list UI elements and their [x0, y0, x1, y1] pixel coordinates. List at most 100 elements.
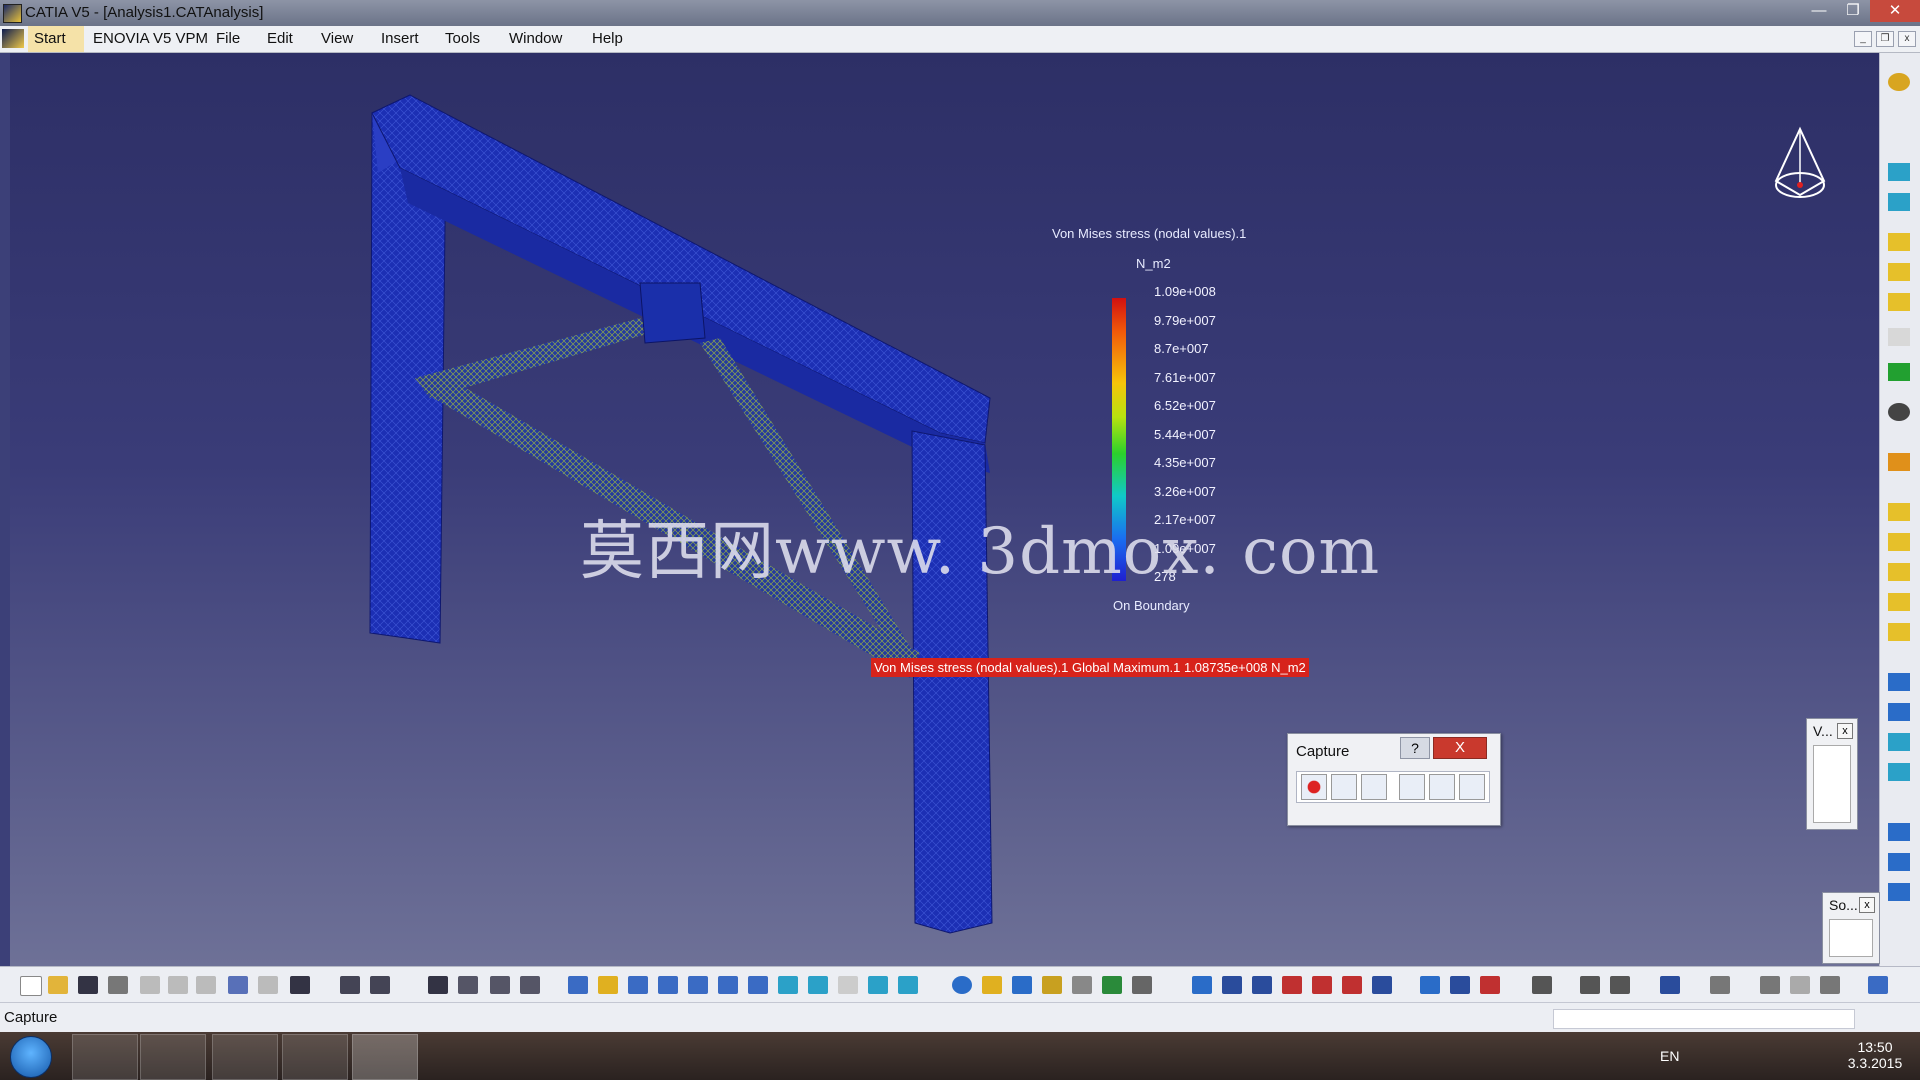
maximize-button[interactable]: ❐ [1836, 0, 1870, 22]
search-icon[interactable] [1660, 976, 1680, 994]
fly-icon[interactable] [568, 976, 588, 994]
language-indicator[interactable]: EN [1660, 1048, 1679, 1064]
image-view-icon[interactable] [898, 976, 918, 994]
tree-icon[interactable] [458, 976, 478, 994]
fit-all-icon[interactable] [598, 976, 618, 994]
capture-album-icon[interactable] [1399, 774, 1425, 800]
so-panel[interactable]: So... x [1822, 892, 1880, 964]
capture-dialog[interactable]: Capture ? X [1287, 733, 1501, 826]
zoom-out-icon[interactable] [718, 976, 738, 994]
windows-start-button[interactable] [10, 1036, 52, 1078]
views-icon[interactable] [778, 976, 798, 994]
global-maximum-label[interactable]: Von Mises stress (nodal values).1 Global… [871, 658, 1309, 677]
autocad-icon[interactable] [282, 1034, 348, 1080]
catia-taskbar-icon[interactable] [352, 1034, 418, 1080]
plot-icon[interactable] [1760, 976, 1780, 994]
deformation-icon[interactable] [982, 976, 1002, 994]
load-icon-2[interactable] [1888, 533, 1910, 551]
knowledge-icon[interactable] [370, 976, 390, 994]
redo-icon[interactable] [258, 976, 278, 994]
menu-start[interactable]: Start [34, 30, 66, 47]
measure-icon[interactable] [1532, 976, 1552, 994]
simplified-layout-icon[interactable] [1342, 976, 1362, 994]
undo-icon[interactable] [228, 976, 248, 994]
select-icon[interactable] [1888, 453, 1910, 471]
menu-view[interactable]: View [321, 30, 353, 47]
doc-restore-button[interactable]: ❐ [1876, 31, 1894, 47]
menu-edit[interactable]: Edit [267, 30, 293, 47]
calculator-icon[interactable] [1710, 976, 1730, 994]
mesh-part-icon[interactable] [1888, 233, 1910, 251]
capture-options-icon[interactable] [1361, 774, 1387, 800]
export-icon[interactable] [1480, 976, 1500, 994]
history-icon[interactable] [1450, 976, 1470, 994]
paste-icon[interactable] [196, 976, 216, 994]
zoom-in-icon[interactable] [688, 976, 708, 994]
analysis-icon[interactable] [520, 976, 540, 994]
formula-icon[interactable] [340, 976, 360, 994]
internet-explorer-icon[interactable] [72, 1034, 138, 1080]
precision-icon[interactable] [1072, 976, 1092, 994]
load-icon-5[interactable] [1888, 623, 1910, 641]
new-icon[interactable] [20, 976, 42, 996]
compass-icon[interactable] [1768, 123, 1832, 207]
command-input[interactable] [1553, 1009, 1855, 1029]
whats-this-icon[interactable] [290, 976, 310, 994]
report-icon[interactable] [1420, 976, 1440, 994]
v-panel-close-button[interactable]: x [1837, 723, 1853, 739]
dimension-icon[interactable] [1580, 976, 1600, 994]
record-icon[interactable] [1301, 774, 1327, 800]
viewport-left-scrollbar[interactable] [0, 53, 10, 966]
principal-stress-icon[interactable] [1102, 976, 1122, 994]
cut-plane-icon[interactable] [1192, 976, 1212, 994]
connection-icon-2[interactable] [1888, 853, 1910, 871]
info-icon[interactable] [1282, 976, 1302, 994]
image-icon[interactable] [1429, 774, 1455, 800]
media-player-icon[interactable] [140, 1034, 206, 1080]
image-icon-1[interactable] [1888, 733, 1910, 751]
animate-icon[interactable] [1132, 976, 1152, 994]
rotate-icon[interactable] [658, 976, 678, 994]
material-sphere-icon[interactable] [952, 976, 972, 994]
swap-space-icon[interactable] [868, 976, 888, 994]
amplification-icon[interactable] [1222, 976, 1242, 994]
print-icon[interactable] [108, 976, 128, 994]
help-button[interactable]: ? [1400, 737, 1430, 759]
graph-icon[interactable] [1790, 976, 1810, 994]
file-explorer-icon[interactable] [212, 1034, 278, 1080]
displacement-icon[interactable] [1042, 976, 1062, 994]
sensor-icon-1[interactable] [1888, 673, 1910, 691]
image-icon-2[interactable] [1888, 763, 1910, 781]
load-icon-3[interactable] [1888, 563, 1910, 581]
minimize-button[interactable]: — [1802, 0, 1836, 22]
close-button[interactable]: ✕ [1870, 0, 1920, 22]
load-icon-4[interactable] [1888, 593, 1910, 611]
open-icon[interactable] [48, 976, 68, 994]
sphere-icon[interactable] [1888, 403, 1910, 421]
compute-all-icon[interactable] [1888, 193, 1910, 211]
list-icon[interactable] [1820, 976, 1840, 994]
v-panel[interactable]: V... x [1806, 718, 1858, 830]
connection-icon-1[interactable] [1888, 823, 1910, 841]
compute-icon[interactable] [1888, 163, 1910, 181]
save-icon[interactable] [78, 976, 98, 994]
sensor-icon-2[interactable] [1888, 703, 1910, 721]
doc-minimize-button[interactable]: _ [1854, 31, 1872, 47]
hide-show-icon[interactable] [838, 976, 858, 994]
catia-logo-icon[interactable] [2, 29, 24, 48]
material-icon[interactable] [1888, 328, 1910, 346]
table-icon[interactable] [428, 976, 448, 994]
clock[interactable]: 13:50 3.3.2015 [1840, 1039, 1910, 1071]
images-layout-icon[interactable] [1312, 976, 1332, 994]
normal-view-icon[interactable] [748, 976, 768, 994]
graph-icon[interactable] [1459, 774, 1485, 800]
compare-icon[interactable] [1610, 976, 1630, 994]
gear-icon[interactable] [1888, 73, 1910, 91]
menu-insert[interactable]: Insert [381, 30, 419, 47]
extrema-icon[interactable] [1252, 976, 1272, 994]
stress-icon[interactable] [1012, 976, 1032, 994]
catalog-icon[interactable] [490, 976, 510, 994]
menu-file[interactable]: File [216, 30, 240, 47]
doc-close-button[interactable]: x [1898, 31, 1916, 47]
cut-icon[interactable] [140, 976, 160, 994]
